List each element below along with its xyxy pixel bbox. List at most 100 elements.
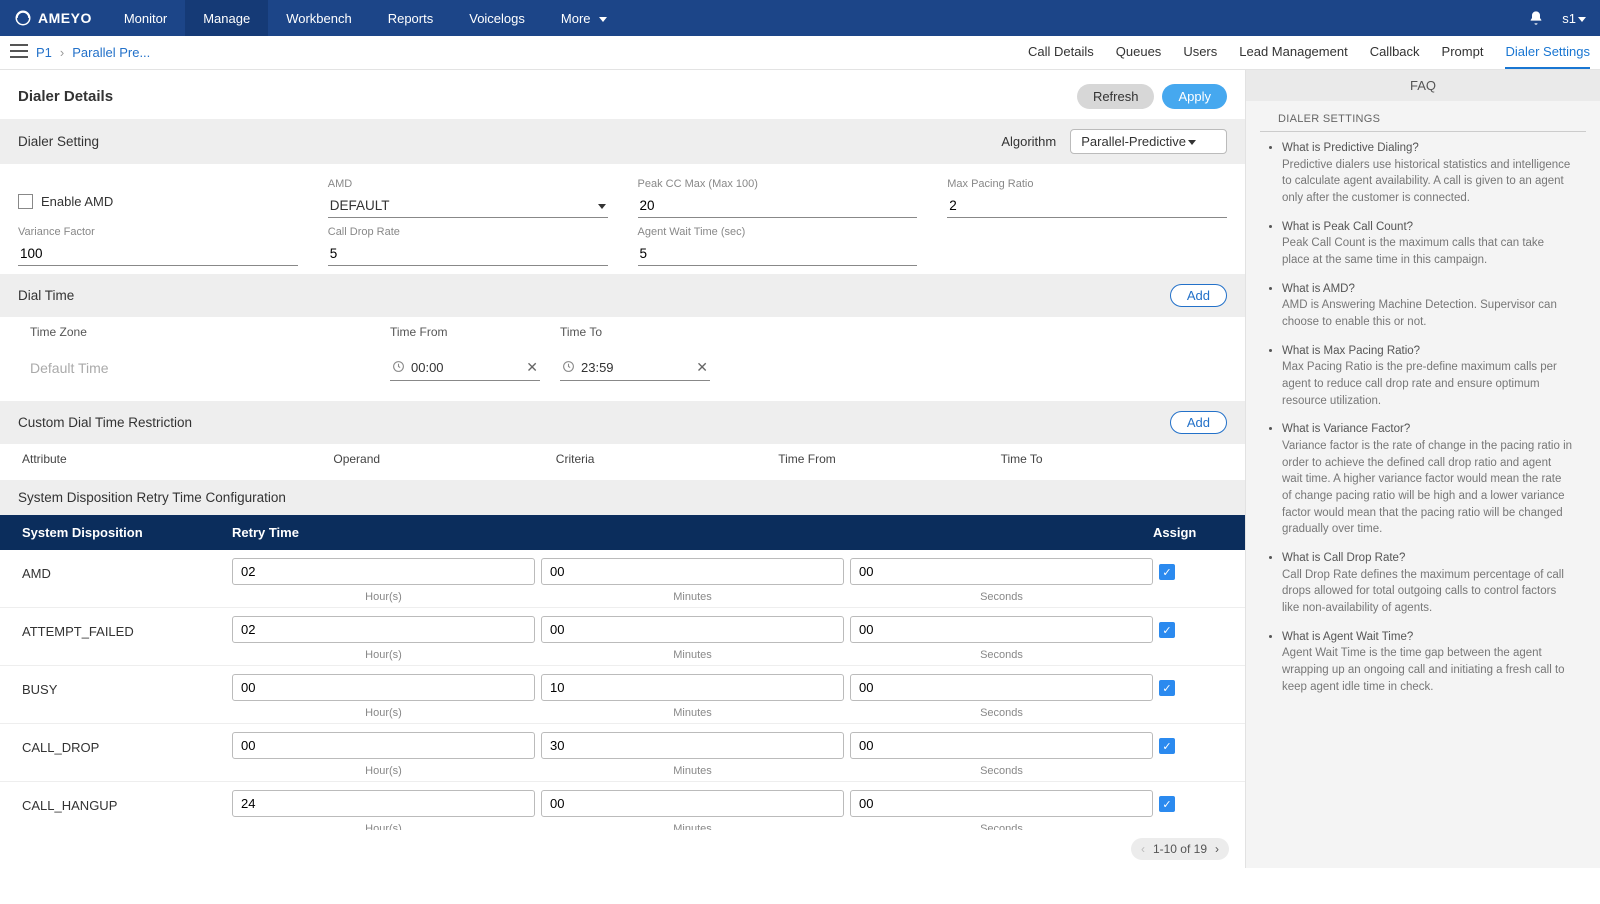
col-disposition: System Disposition (22, 525, 232, 540)
assign-checkbox[interactable]: ✓ (1159, 622, 1175, 638)
enable-amd-checkbox[interactable] (18, 194, 33, 209)
faq-answer: AMD is Answering Machine Detection. Supe… (1282, 297, 1574, 330)
retry-row: AMD Hour(s) Minutes Seconds ✓ (0, 550, 1245, 608)
agentwait-label: Agent Wait Time (sec) (638, 226, 918, 238)
topnav-item-manage[interactable]: Manage (185, 0, 268, 36)
retry-seconds-input[interactable] (850, 616, 1153, 643)
max-pacing-input[interactable] (947, 194, 1227, 218)
retry-seconds-input[interactable] (850, 674, 1153, 701)
refresh-button[interactable]: Refresh (1077, 84, 1155, 109)
col-time-from: Time From (390, 325, 560, 339)
retry-row: BUSY Hour(s) Minutes Seconds ✓ (0, 666, 1245, 724)
sub-nav: P1 › Parallel Pre... Call Details Queues U… (0, 36, 1600, 70)
algorithm-label: Algorithm (1001, 134, 1056, 149)
retry-hours-input[interactable] (232, 732, 535, 759)
retry-hours-input[interactable] (232, 790, 535, 817)
retry-minutes-input[interactable] (541, 674, 844, 701)
breadcrumb-p1[interactable]: P1 (36, 45, 52, 60)
assign-checkbox[interactable]: ✓ (1159, 564, 1175, 580)
col-timezone: Time Zone (30, 325, 390, 339)
tab-users[interactable]: Users (1183, 36, 1217, 69)
agentwait-input[interactable] (638, 242, 918, 266)
breadcrumb-sep: › (60, 45, 64, 60)
pager-prev[interactable]: ‹ (1141, 842, 1145, 856)
variance-input[interactable] (18, 242, 298, 266)
retry-seconds-input[interactable] (850, 558, 1153, 585)
faq-item: What is Variance Factor?Variance factor … (1282, 421, 1574, 538)
faq-question: What is Agent Wait Time? (1282, 629, 1574, 646)
brand-icon (14, 9, 32, 27)
notifications-icon[interactable] (1528, 10, 1544, 26)
col-time-to: Time To (560, 325, 730, 339)
hamburger-icon[interactable] (10, 44, 28, 61)
section-dialer-setting: Dialer Setting Algorithm Parallel-Predic… (0, 119, 1245, 164)
add-dial-time-button[interactable]: Add (1170, 284, 1227, 307)
faq-answer: Agent Wait Time is the time gap between … (1282, 645, 1574, 695)
faq-item: What is Peak Call Count?Peak Call Count … (1282, 219, 1574, 269)
retry-hours-input[interactable] (232, 674, 535, 701)
retry-seconds-input[interactable] (850, 732, 1153, 759)
topnav-item-workbench[interactable]: Workbench (268, 0, 370, 36)
seconds-label: Seconds (850, 591, 1153, 603)
calldrop-input[interactable] (328, 242, 608, 266)
retry-minutes-input[interactable] (541, 790, 844, 817)
retry-minutes-input[interactable] (541, 616, 844, 643)
clock-icon (392, 360, 405, 376)
tab-queues[interactable]: Queues (1116, 36, 1162, 69)
faq-question: What is AMD? (1282, 281, 1574, 298)
chevron-down-icon (596, 198, 606, 213)
assign-checkbox[interactable]: ✓ (1159, 738, 1175, 754)
faq-panel: FAQ DIALER SETTINGS What is Predictive D… (1245, 70, 1600, 868)
col-assign: Assign (1153, 525, 1223, 540)
calldrop-label: Call Drop Rate (328, 226, 608, 238)
chevron-down-icon (1186, 134, 1196, 149)
assign-checkbox[interactable]: ✓ (1159, 680, 1175, 696)
retry-hours-input[interactable] (232, 616, 535, 643)
clear-icon[interactable]: ✕ (526, 359, 538, 376)
hours-label: Hour(s) (232, 591, 535, 603)
user-menu[interactable]: s1 (1562, 11, 1586, 26)
clear-icon[interactable]: ✕ (696, 359, 708, 376)
tab-lead-management[interactable]: Lead Management (1239, 36, 1347, 69)
faq-answer: Predictive dialers use historical statis… (1282, 157, 1574, 207)
pager: ‹ 1-10 of 19 › (0, 830, 1245, 868)
peak-cc-input[interactable] (638, 194, 918, 218)
add-restriction-button[interactable]: Add (1170, 411, 1227, 434)
disposition-name: AMD (22, 558, 232, 581)
retry-seconds-input[interactable] (850, 790, 1153, 817)
col-retry-time: Retry Time (232, 525, 1153, 540)
retry-minutes-input[interactable] (541, 732, 844, 759)
seconds-label: Seconds (850, 649, 1153, 661)
tab-call-details[interactable]: Call Details (1028, 36, 1094, 69)
restrict-col: Criteria (556, 452, 778, 466)
page-title: Dialer Details (18, 88, 113, 105)
section-title: System Disposition Retry Time Configurat… (18, 490, 286, 505)
faq-item: What is AMD?AMD is Answering Machine Det… (1282, 281, 1574, 331)
topnav-item-monitor[interactable]: Monitor (106, 0, 185, 36)
tab-callback[interactable]: Callback (1370, 36, 1420, 69)
algorithm-select[interactable]: Parallel-Predictive (1070, 129, 1227, 154)
topnav-item-more[interactable]: More (543, 0, 625, 36)
apply-button[interactable]: Apply (1162, 84, 1227, 109)
time-from-input[interactable]: 00:00 ✕ (390, 355, 540, 381)
time-to-input[interactable]: 23:59 ✕ (560, 355, 710, 381)
tab-prompt[interactable]: Prompt (1442, 36, 1484, 69)
hours-label: Hour(s) (232, 823, 535, 830)
pager-next[interactable]: › (1215, 842, 1219, 856)
topnav-item-voicelogs[interactable]: Voicelogs (451, 0, 543, 36)
disposition-name: BUSY (22, 674, 232, 697)
assign-checkbox[interactable]: ✓ (1159, 796, 1175, 812)
faq-question: What is Variance Factor? (1282, 421, 1574, 438)
tab-dialer-settings[interactable]: Dialer Settings (1505, 36, 1590, 69)
breadcrumb-p2[interactable]: Parallel Pre... (72, 45, 150, 60)
retry-row: ATTEMPT_FAILED Hour(s) Minutes Seconds ✓ (0, 608, 1245, 666)
amd-select[interactable]: DEFAULT (328, 194, 608, 218)
max-pacing-label: Max Pacing Ratio (947, 178, 1227, 190)
brand-logo[interactable]: AMEYO (0, 9, 106, 27)
faq-question: What is Predictive Dialing? (1282, 140, 1574, 157)
retry-hours-input[interactable] (232, 558, 535, 585)
restrict-col: Time From (778, 452, 1000, 466)
retry-minutes-input[interactable] (541, 558, 844, 585)
faq-title: FAQ (1246, 70, 1600, 101)
topnav-item-reports[interactable]: Reports (370, 0, 452, 36)
